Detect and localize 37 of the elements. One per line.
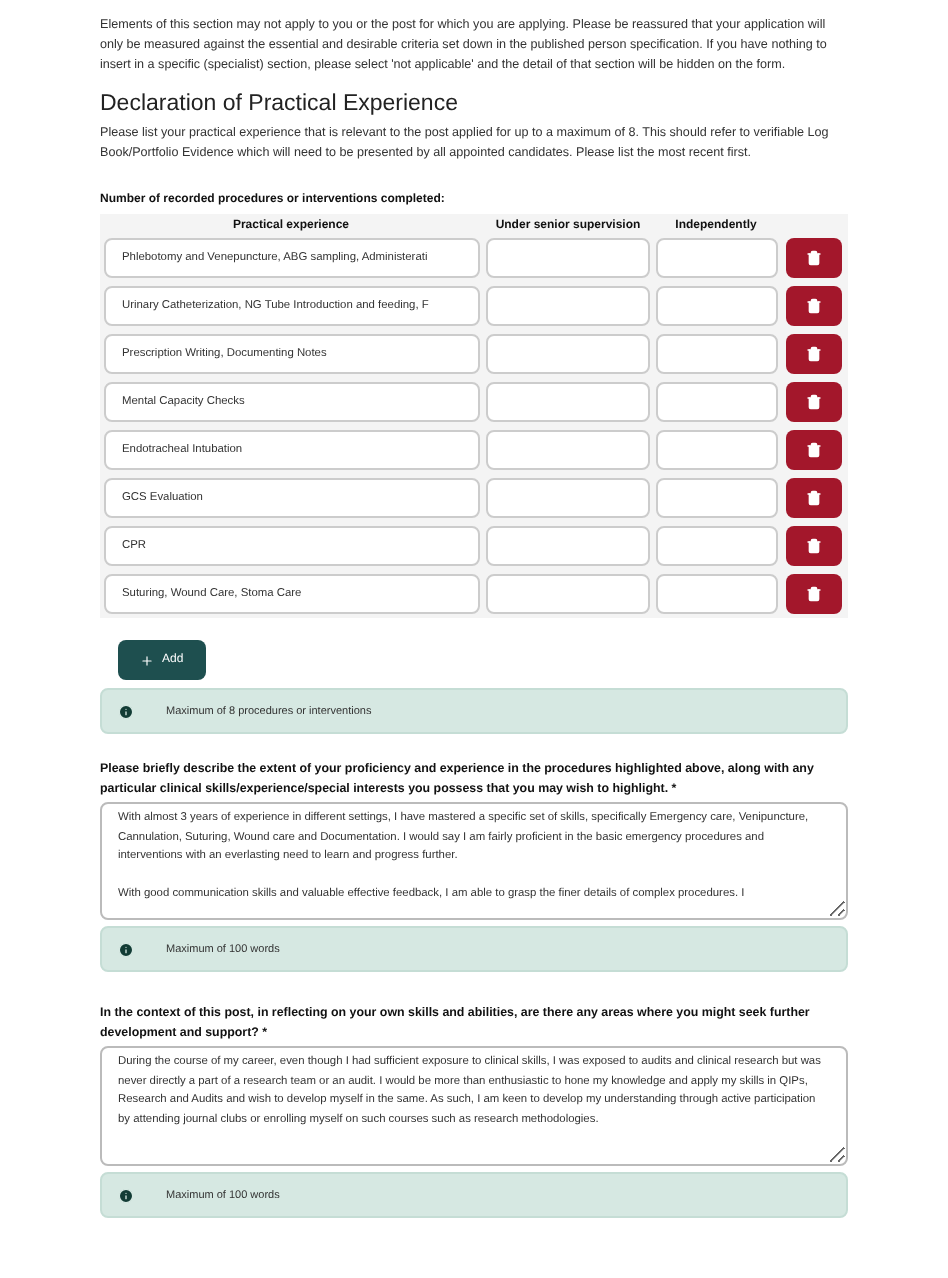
independently-field[interactable]: [656, 334, 778, 375]
independently-field[interactable]: [656, 286, 778, 327]
independently-field[interactable]: [656, 382, 778, 423]
delete-button[interactable]: [786, 286, 842, 327]
trash-icon: [806, 394, 822, 411]
independently-field[interactable]: [656, 430, 778, 471]
delete-button[interactable]: [786, 334, 842, 375]
trash-icon: [806, 442, 822, 459]
section-heading: Declaration of Practical Experience: [100, 90, 460, 120]
supervision-field[interactable]: [486, 286, 650, 327]
delete-button[interactable]: [786, 430, 842, 471]
trash-icon: [806, 490, 822, 507]
delete-button[interactable]: [786, 574, 842, 615]
trash-icon: [806, 250, 822, 267]
independently-field[interactable]: [656, 238, 778, 279]
supervision-field[interactable]: [486, 478, 650, 519]
info-icon: [118, 703, 134, 720]
trash-icon: [806, 346, 822, 363]
supervision-field[interactable]: [486, 334, 650, 375]
supervision-field[interactable]: [486, 526, 650, 567]
independently-field[interactable]: [656, 574, 778, 615]
trash-icon: [806, 538, 822, 555]
supervision-field[interactable]: [486, 382, 650, 423]
supervision-field[interactable]: [486, 238, 650, 279]
supervision-field[interactable]: [486, 430, 650, 471]
delete-button[interactable]: [786, 478, 842, 519]
info-icon: [118, 1187, 134, 1204]
trash-icon: [806, 298, 822, 315]
independently-field[interactable]: [656, 478, 778, 519]
delete-button[interactable]: [786, 382, 842, 423]
independently-field[interactable]: [656, 526, 778, 567]
plus-icon: [140, 653, 154, 668]
info-icon: [118, 941, 134, 958]
supervision-field[interactable]: [486, 574, 650, 615]
trash-icon: [806, 586, 822, 603]
delete-button[interactable]: [786, 238, 842, 279]
delete-button[interactable]: [786, 526, 842, 567]
